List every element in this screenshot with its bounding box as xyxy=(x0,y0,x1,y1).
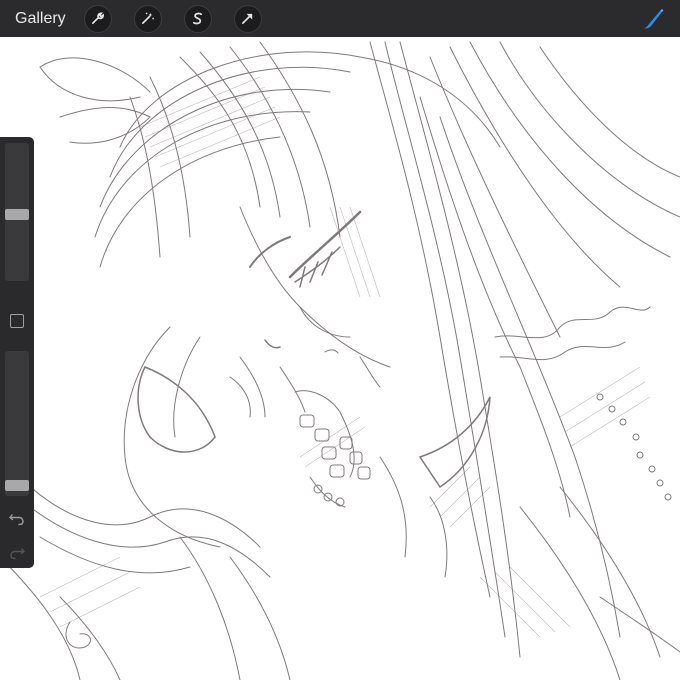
modify-button[interactable] xyxy=(10,314,24,328)
sketch-artwork xyxy=(0,41,680,680)
adjustments-button[interactable] xyxy=(133,4,162,33)
magic-wand-icon xyxy=(142,12,155,25)
transform-button[interactable] xyxy=(233,4,262,33)
actions-button[interactable] xyxy=(83,4,112,33)
redo-button[interactable] xyxy=(8,546,26,560)
selection-button[interactable] xyxy=(183,4,212,33)
redo-arrow-icon xyxy=(10,548,25,560)
undo-arrow-icon xyxy=(9,514,24,526)
wrench-icon xyxy=(92,12,105,25)
brush-opacity-slider[interactable] xyxy=(5,351,29,496)
drawing-canvas[interactable] xyxy=(0,37,680,680)
brush-tool-button[interactable] xyxy=(640,6,666,32)
brush-icon xyxy=(644,9,664,29)
brush-opacity-thumb[interactable] xyxy=(5,479,29,491)
transform-arrow-icon xyxy=(242,13,253,25)
gallery-button[interactable]: Gallery xyxy=(15,10,66,28)
brush-sidebar xyxy=(0,137,34,568)
brush-size-thumb[interactable] xyxy=(5,209,29,221)
top-toolbar: Gallery xyxy=(0,0,680,37)
selection-s-icon xyxy=(193,12,203,25)
undo-button[interactable] xyxy=(8,512,26,526)
